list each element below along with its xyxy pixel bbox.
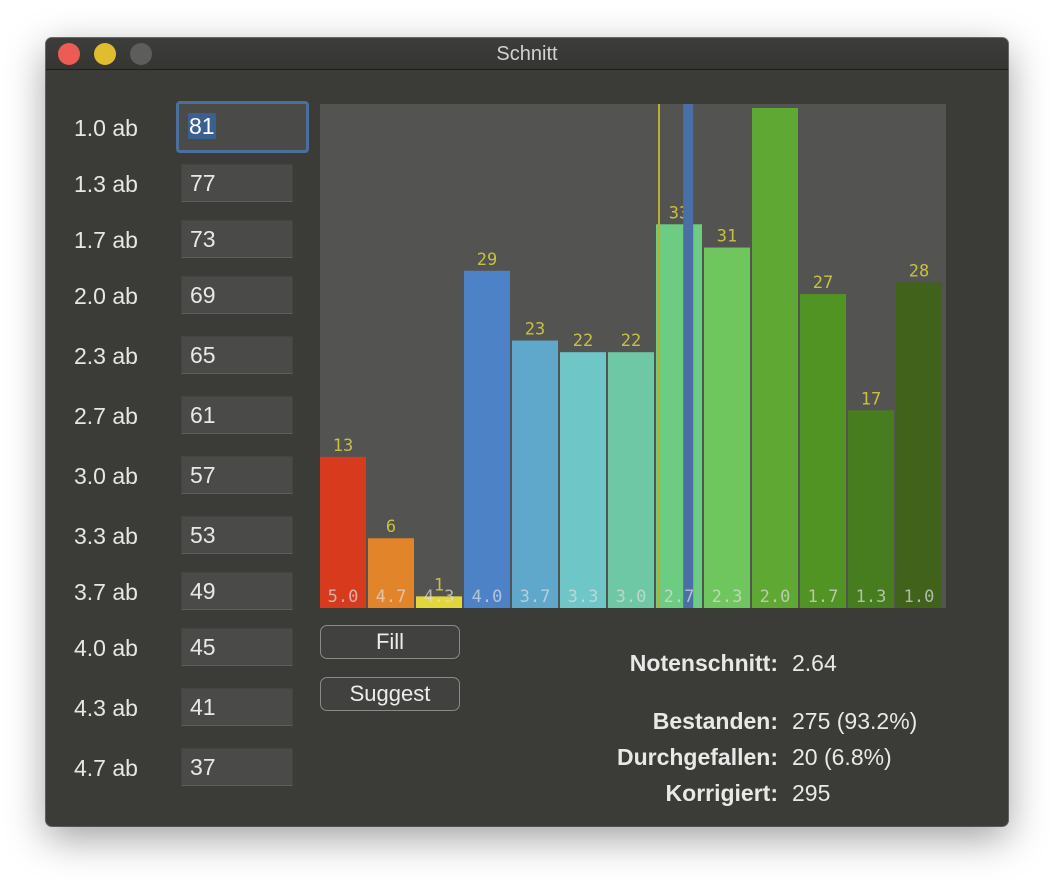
graded-value: 295 xyxy=(792,780,831,806)
bar-grade-label: 2.0 xyxy=(760,587,791,607)
histogram-bar[interactable] xyxy=(608,352,654,608)
grade-input-4-3[interactable]: 41 xyxy=(181,688,293,726)
histogram-bar[interactable] xyxy=(560,352,606,608)
graded-label: Korrigiert: xyxy=(665,780,778,806)
grade-label-3-0: 3.0 ab xyxy=(74,463,138,489)
grade-input-3-7[interactable]: 49 xyxy=(181,572,293,610)
average-label: Notenschnitt: xyxy=(629,650,778,676)
grade-label-2-0: 2.0 ab xyxy=(74,283,138,309)
grade-input-1-3[interactable]: 77 xyxy=(181,164,293,202)
bar-grade-label: 1.7 xyxy=(808,587,839,607)
bar-count-label: 22 xyxy=(573,331,593,351)
grade-input-1-0[interactable]: 81 xyxy=(176,101,309,153)
bar-grade-label: 4.7 xyxy=(376,587,407,607)
histogram-bar[interactable] xyxy=(320,456,366,608)
bar-grade-label: 3.3 xyxy=(568,587,599,607)
grade-threshold-marker xyxy=(658,104,660,608)
failed-label: Durchgefallen: xyxy=(616,744,778,770)
grade-label-1-0: 1.0 ab xyxy=(74,115,138,141)
grade-input-2-3[interactable]: 65 xyxy=(181,336,293,374)
passed-label: Bestanden: xyxy=(652,708,778,734)
bar-count-label: 22 xyxy=(621,331,641,351)
fill-button[interactable]: Fill xyxy=(320,625,460,659)
average-marker xyxy=(683,104,694,608)
grade-input-4-7[interactable]: 37 xyxy=(181,748,293,786)
passed-value: 275 (93.2%) xyxy=(792,708,918,734)
grade-label-2-7: 2.7 ab xyxy=(74,403,138,429)
histogram-bar[interactable] xyxy=(800,294,846,608)
histogram-bar[interactable] xyxy=(896,282,942,608)
bar-count-label: 28 xyxy=(909,261,929,281)
bar-count-label: 6 xyxy=(386,517,396,537)
bar-count-label: 13 xyxy=(333,436,353,456)
bar-count-label: 29 xyxy=(477,250,497,270)
grade-label-4-3: 4.3 ab xyxy=(74,695,138,721)
grade-input-3-3[interactable]: 53 xyxy=(181,516,293,554)
grade-label-4-0: 4.0 ab xyxy=(74,635,138,661)
grade-label-1-7: 1.7 ab xyxy=(74,227,138,253)
bar-grade-label: 3.0 xyxy=(616,587,647,607)
grade-input-1-7[interactable]: 73 xyxy=(181,220,293,258)
grade-label-2-3: 2.3 ab xyxy=(74,343,138,369)
bar-count-label: 23 xyxy=(525,320,545,340)
average-value: 2.64 xyxy=(792,650,837,676)
window-title: Schnitt xyxy=(496,43,558,65)
bar-grade-label: 4.3 xyxy=(424,587,455,607)
grade-input-4-0[interactable]: 45 xyxy=(181,628,293,666)
suggest-button[interactable]: Suggest xyxy=(320,677,460,711)
histogram-bar[interactable] xyxy=(752,108,798,608)
bar-grade-label: 1.0 xyxy=(904,587,935,607)
grade-label-4-7: 4.7 ab xyxy=(74,755,138,781)
bar-grade-label: 4.0 xyxy=(472,587,503,607)
failed-value: 20 (6.8%) xyxy=(792,744,892,770)
grade-input-3-0[interactable]: 57 xyxy=(181,456,293,494)
histogram-bar[interactable] xyxy=(464,270,510,608)
title-bar: Schnitt xyxy=(46,38,1008,70)
grade-histogram: 1361292322223331432717285.04.74.34.03.73… xyxy=(320,104,946,608)
bar-grade-label: 2.7 xyxy=(664,587,695,607)
bar-grade-label: 3.7 xyxy=(520,587,551,607)
histogram-bar[interactable] xyxy=(704,247,750,608)
bar-count-label: 43 xyxy=(765,104,785,107)
bar-grade-label: 2.3 xyxy=(712,587,743,607)
grade-label-3-7: 3.7 ab xyxy=(74,579,138,605)
histogram-bar[interactable] xyxy=(512,340,558,608)
histogram-bar[interactable] xyxy=(656,224,702,608)
bar-grade-label: 5.0 xyxy=(328,587,359,607)
grade-input-2-7[interactable]: 61 xyxy=(181,396,293,434)
grade-input-value: 81 xyxy=(188,113,216,139)
app-window: Schnitt 1.0 ab 81 1.3 ab 77 1.7 ab 73 2.… xyxy=(46,38,1008,826)
grade-input-2-0[interactable]: 69 xyxy=(181,276,293,314)
bar-count-label: 31 xyxy=(717,227,737,247)
grade-label-3-3: 3.3 ab xyxy=(74,523,138,549)
bar-grade-label: 1.3 xyxy=(856,587,887,607)
histogram-bar[interactable] xyxy=(848,410,894,608)
bar-count-label: 17 xyxy=(861,389,881,409)
bar-count-label: 27 xyxy=(813,273,833,293)
grade-label-1-3: 1.3 ab xyxy=(74,171,138,197)
